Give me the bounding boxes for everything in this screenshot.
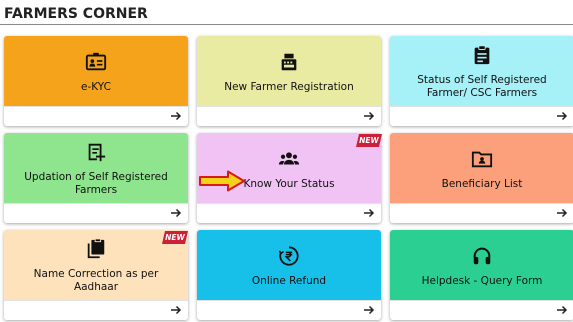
card-label: New Farmer Registration [224,80,354,93]
card-footer [4,203,188,223]
card-label: Name Correction as per Aadhaar [33,268,159,293]
arrow-right-icon[interactable] [556,304,568,316]
card-label: Helpdesk - Query Form [421,274,543,287]
group-icon [278,148,300,170]
farmers-corner-section: FARMERS CORNER e-KYC New Farmer Registra… [0,0,573,322]
rupee-refund-icon [278,245,300,267]
folder-user-icon [471,148,493,170]
card-online-refund[interactable]: Online Refund [197,230,381,320]
card-footer [390,203,573,223]
arrow-right-icon[interactable] [363,207,375,219]
card-label: Know Your Status [243,177,335,190]
copy-document-icon [85,238,107,260]
card-footer [197,203,381,223]
card-footer [390,106,573,126]
card-helpdesk-query-form[interactable]: Helpdesk - Query Form [390,230,573,320]
card-label: Status of Self Registered Farmer/ CSC Fa… [417,74,547,99]
register-machine-icon [278,51,300,73]
card-new-farmer-registration[interactable]: New Farmer Registration [197,36,381,126]
card-status-self-registered[interactable]: Status of Self Registered Farmer/ CSC Fa… [390,36,573,126]
card-footer [4,106,188,126]
new-badge: NEW [162,231,188,244]
arrow-right-icon[interactable] [170,304,182,316]
card-name-correction-aadhaar[interactable]: Name Correction as per Aadhaar [4,230,188,320]
card-beneficiary-list[interactable]: Beneficiary List [390,133,573,223]
arrow-right-icon[interactable] [170,110,182,122]
card-label: e-KYC [81,80,111,93]
card-footer [197,106,381,126]
card-label: Online Refund [251,274,327,287]
edit-document-icon [85,141,107,163]
clipboard-icon [471,44,493,66]
arrow-right-icon[interactable] [363,110,375,122]
card-footer [197,300,381,320]
pointer-arrow-icon [198,170,246,192]
arrow-right-icon[interactable] [170,207,182,219]
id-card-icon [85,51,107,73]
card-ekyc[interactable]: e-KYC [4,36,188,126]
headset-icon [471,245,493,267]
arrow-right-icon[interactable] [556,207,568,219]
card-footer [4,300,188,320]
new-badge: NEW [356,134,382,147]
card-label: Updation of Self Registered Farmers [24,171,168,196]
section-title: FARMERS CORNER [4,6,148,22]
arrow-right-icon[interactable] [556,110,568,122]
card-footer [390,300,573,320]
section-divider [0,24,573,25]
arrow-right-icon[interactable] [363,304,375,316]
card-label: Beneficiary List [441,177,523,190]
card-updation-self-registered[interactable]: Updation of Self Registered Farmers [4,133,188,223]
